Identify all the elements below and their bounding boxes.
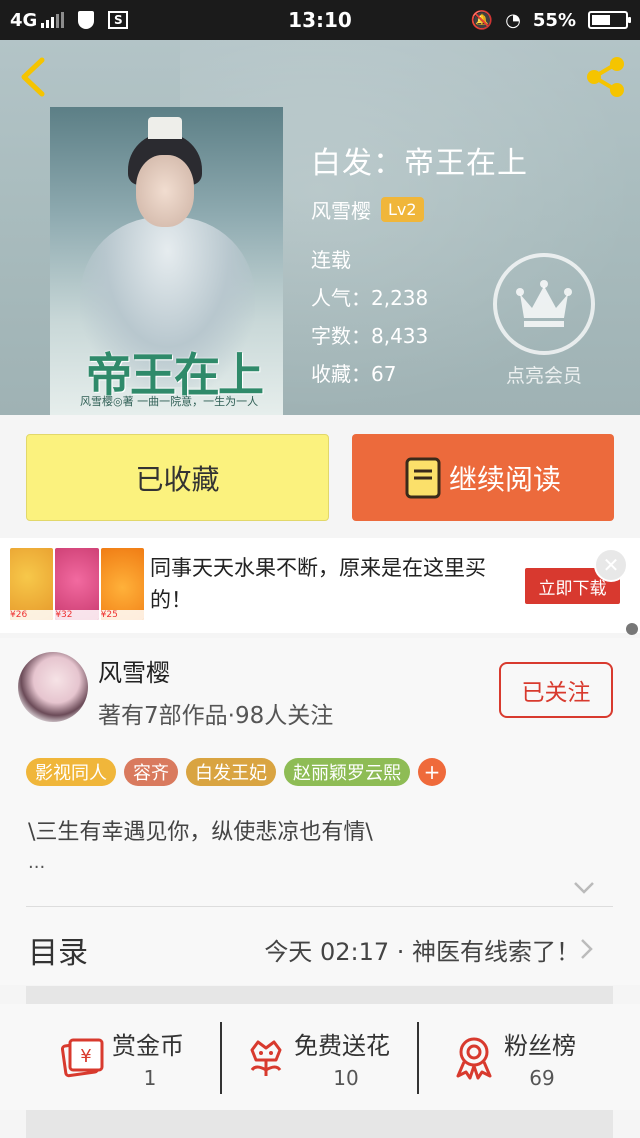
- coin-envelope-icon: ¥: [60, 1038, 104, 1078]
- favorited-label: 已收藏: [135, 462, 220, 496]
- expand-intro-button[interactable]: [573, 880, 595, 894]
- svg-text:¥: ¥: [80, 1046, 91, 1067]
- flowers-value: 10: [333, 1066, 359, 1090]
- share-button[interactable]: [582, 54, 628, 100]
- divider: [417, 1022, 419, 1094]
- book-title: 白发：帝王在上: [311, 146, 528, 181]
- reward-label: 赏金币: [112, 1032, 184, 1060]
- ad-close-button[interactable]: ✕: [594, 548, 628, 582]
- flowers-label: 免费送花: [294, 1032, 390, 1060]
- chevron-down-icon: [574, 882, 594, 894]
- reward-coin-button[interactable]: ¥ 赏金币 1: [58, 1022, 198, 1092]
- author-section: 风雪樱 著有7部作品·98人关注 已关注 影视同人 容齐 白发王妃 赵丽颖罗云熙…: [0, 638, 640, 910]
- latest-chapter: 今天 02:17 · 神医有线索了！: [264, 938, 580, 966]
- ad-mark-icon: [626, 623, 638, 635]
- ad-price: ¥25: [100, 610, 144, 620]
- reward-value: 1: [143, 1066, 157, 1090]
- medal-icon: [456, 1037, 492, 1080]
- continue-reading-label: 继续阅读: [448, 462, 561, 496]
- ad-image-dragonfruit: ¥32: [55, 548, 99, 620]
- book-intro: \三生有幸遇见你，纵使悲凉也有情\: [28, 820, 373, 845]
- book-header: 帝王在上 风雪樱◎著 一曲一院意，一生为一人 白发：帝王在上 风雪樱 Lv2 连…: [0, 40, 640, 415]
- serial-status: 连载: [311, 248, 351, 272]
- level-badge: Lv2: [381, 197, 424, 222]
- share-icon: [587, 57, 624, 97]
- fans-label: 粉丝榜: [504, 1032, 576, 1060]
- catalog-row[interactable]: 目录 今天 02:17 · 神医有线索了！: [0, 910, 640, 985]
- crown-icon: [516, 280, 572, 327]
- popularity: 人气：2,238: [311, 286, 429, 310]
- favorited-button[interactable]: 已收藏: [26, 434, 329, 521]
- chevron-left-icon: [21, 57, 45, 97]
- divider: [26, 906, 613, 907]
- catalog-label: 目录: [28, 936, 88, 971]
- fans-value: 69: [529, 1066, 555, 1090]
- mute-icon: 🔕: [470, 9, 494, 31]
- chevron-right-icon: [580, 938, 594, 960]
- ad-price: ¥32: [55, 610, 99, 620]
- section-gap: [26, 986, 613, 1004]
- send-flowers-button[interactable]: 免费送花 10: [242, 1022, 402, 1092]
- author-line: 风雪樱 Lv2: [311, 195, 424, 224]
- divider: [220, 1022, 222, 1094]
- cover-figure-face: [136, 155, 194, 227]
- cover-subtitle: 风雪樱◎著 一曲一院意，一生为一人: [80, 395, 259, 408]
- cover-figure-crown: [148, 117, 182, 139]
- tag-item[interactable]: 容齐: [124, 758, 178, 786]
- ad-images: ¥26 ¥32 ¥25: [10, 548, 144, 620]
- battery-percent: 55%: [532, 9, 576, 31]
- tag-item[interactable]: 赵丽颖罗云熙: [284, 758, 410, 786]
- word-count: 字数：8,433: [311, 324, 429, 348]
- book-cover[interactable]: 帝王在上 风雪樱◎著 一曲一院意，一生为一人: [50, 107, 283, 415]
- wifi-icon: ◔: [505, 9, 521, 31]
- ad-text: 同事天天水果不断，原来是在这里买的！: [150, 556, 486, 612]
- vip-badge: [493, 253, 595, 355]
- tag-list: 影视同人 容齐 白发王妃 赵丽颖罗云熙 +: [26, 758, 446, 786]
- section-gap: [26, 1110, 613, 1138]
- back-button[interactable]: [14, 54, 54, 100]
- book-author[interactable]: 风雪樱: [311, 195, 371, 224]
- action-bar: 已收藏 继续阅读: [0, 415, 640, 538]
- tag-item[interactable]: 影视同人: [26, 758, 116, 786]
- favorites-count: 收藏：67: [311, 362, 397, 386]
- flower-icon: [250, 1040, 282, 1076]
- author-name[interactable]: 风雪樱: [98, 653, 170, 688]
- stats-bar: ¥ 赏金币 1 免费送花 10 粉丝榜 69: [0, 1004, 640, 1110]
- tag-item[interactable]: 白发王妃: [186, 758, 276, 786]
- ad-price: ¥26: [10, 610, 54, 620]
- ad-image-orange: ¥25: [100, 548, 144, 620]
- ad-banner[interactable]: ¥26 ¥32 ¥25 同事天天水果不断，原来是在这里买的！ 立即下载 ✕: [0, 538, 640, 635]
- vip-button[interactable]: 点亮会员: [493, 253, 595, 388]
- follow-button[interactable]: 已关注: [499, 662, 613, 718]
- avatar[interactable]: [18, 652, 88, 722]
- battery-fill: [592, 15, 610, 25]
- author-stats: 著有7部作品·98人关注: [98, 703, 334, 729]
- close-icon: ✕: [602, 553, 620, 577]
- vip-label: 点亮会员: [505, 365, 582, 387]
- book-icon: [405, 457, 441, 498]
- continue-reading-button[interactable]: 继续阅读: [352, 434, 614, 521]
- status-bar: 4G S 13:10 🔕 ◔ 55%: [0, 0, 640, 40]
- intro-ellipsis: ...: [28, 852, 46, 873]
- add-tag-button[interactable]: +: [418, 758, 446, 786]
- ad-image-mango: ¥26: [10, 548, 54, 620]
- battery-icon: [588, 11, 631, 29]
- fan-ranking-button[interactable]: 粉丝榜 69: [450, 1022, 590, 1092]
